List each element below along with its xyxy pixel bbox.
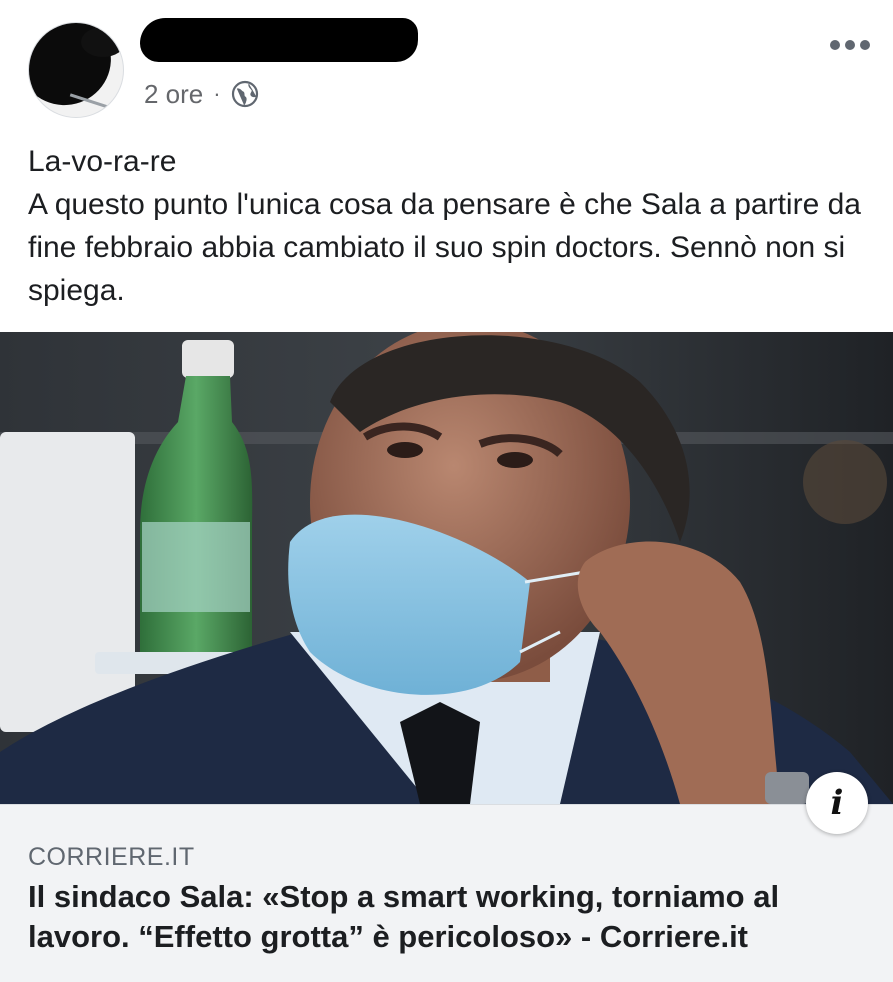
link-preview-image[interactable] (0, 332, 893, 804)
link-headline[interactable]: Il sindaco Sala: «Stop a smart working, … (28, 877, 868, 957)
globe-icon[interactable] (231, 80, 259, 108)
post-text: La-vo-ra-re A questo punto l'unica cosa … (28, 140, 868, 312)
post-header: 2 ore · (0, 0, 893, 130)
link-preview-card[interactable]: CORRIERE.IT Il sindaco Sala: «Stop a sma… (0, 804, 893, 982)
post-meta: 2 ore · (144, 78, 259, 110)
post-time[interactable]: 2 ore (144, 79, 203, 110)
author-name-redacted[interactable] (140, 18, 418, 62)
post-text-line: A questo punto l'unica cosa da pensare è… (28, 188, 861, 307)
link-domain: CORRIERE.IT (28, 843, 195, 871)
post-text-line: La-vo-ra-re (28, 145, 177, 178)
photo-illustration (0, 332, 893, 804)
info-icon[interactable]: i (806, 772, 868, 834)
author-avatar[interactable] (28, 22, 124, 118)
more-options-icon[interactable] (830, 40, 870, 50)
meta-separator: · (213, 81, 221, 106)
